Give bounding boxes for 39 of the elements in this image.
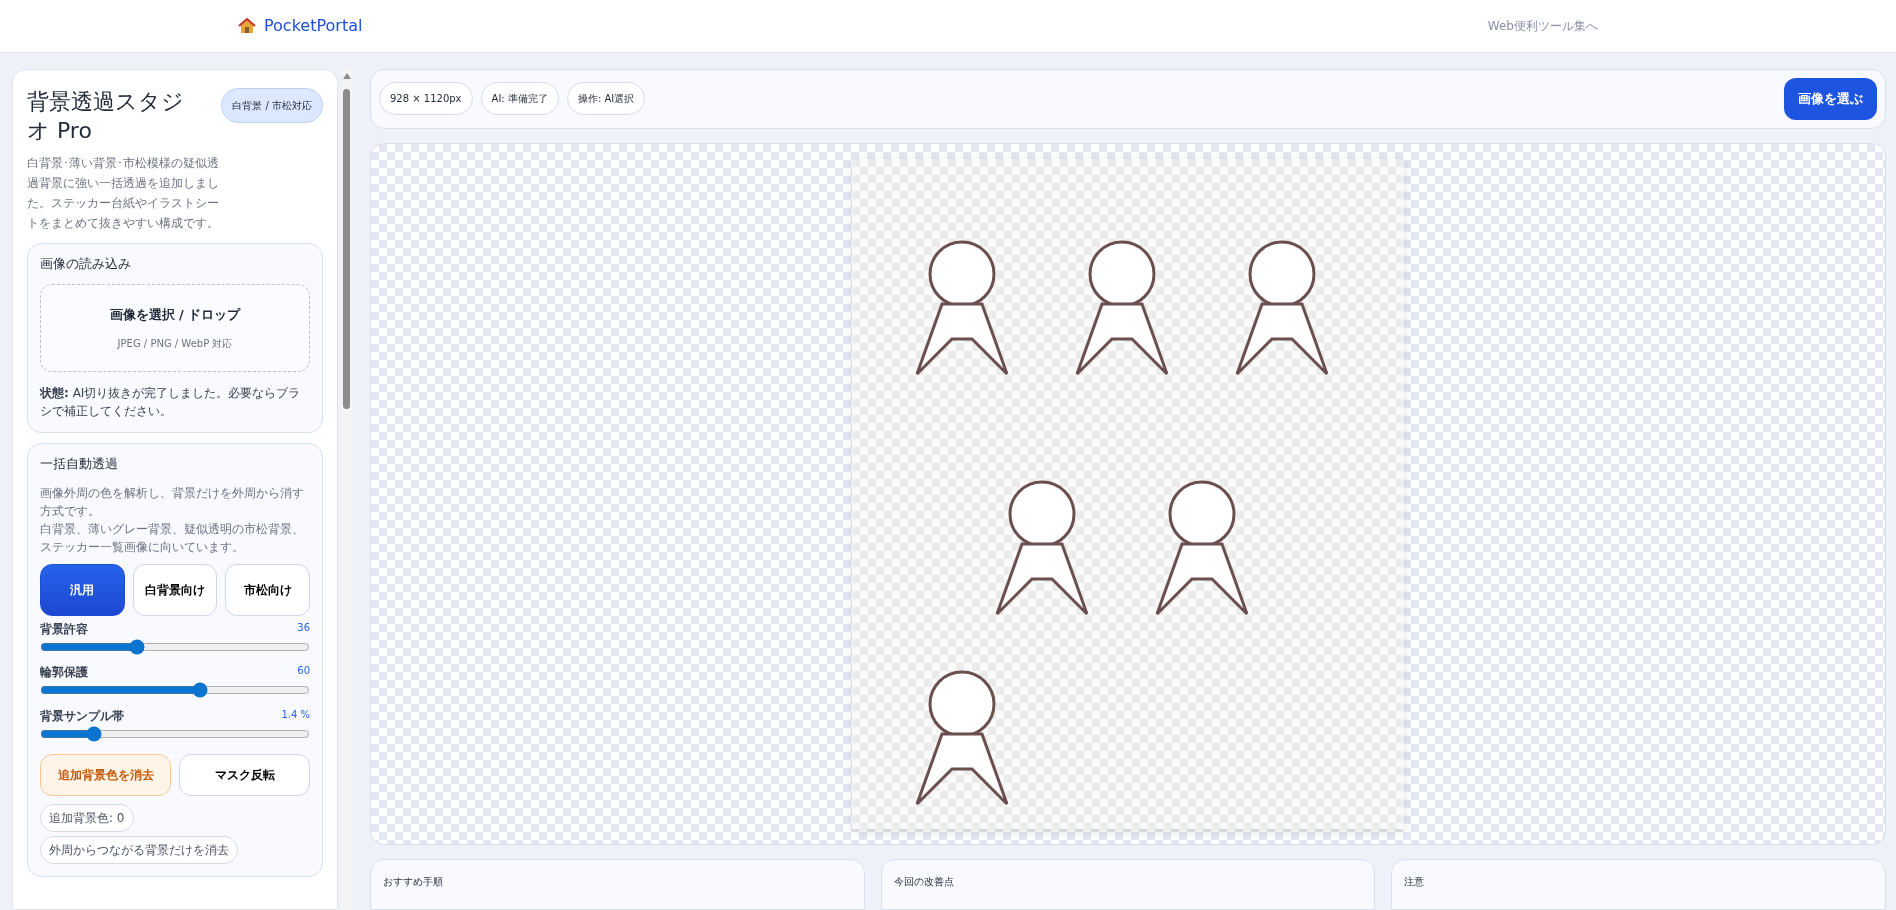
slider[interactable] (40, 683, 310, 698)
section-title: 一括自動透過 (40, 456, 119, 472)
slider-value: 36 (297, 620, 310, 635)
section-title: 画像の読み込み (40, 256, 132, 272)
description: 白背景、薄いグレー背景、疑似透明の市松背景、ステッカー一覧画像に向いています。 (40, 520, 305, 556)
scrollbar[interactable] (342, 69, 352, 910)
info-chip: 追加背景色: 0 (40, 804, 134, 833)
description: 画像外周の色を解析し、背景だけを外周から消す方式です。 (40, 484, 305, 520)
slider-value: 60 (297, 664, 310, 679)
brand-name[interactable]: PocketPortal (264, 14, 363, 38)
slider-label: 背景許容 (40, 620, 88, 638)
slider[interactable] (40, 639, 310, 654)
preset-button[interactable]: 白背景向け (132, 563, 218, 616)
preset-button[interactable]: 市松向け (225, 563, 310, 616)
description: 白背景･薄い背景･市松模様の疑似透過背景に強い一括透過を追加しました。ステッカー台紙やイラストシートをまとめて抜きやすい構成です。 (27, 155, 220, 233)
info-chip: 928 × 1120px (379, 82, 473, 116)
house-icon (238, 18, 256, 34)
slider-value: 1.4 % (281, 707, 310, 722)
action-button[interactable]: 追加背景色を消去 (40, 754, 171, 797)
dropzone-hint: JPEG / PNG / WebP 対応 (116, 337, 234, 352)
scroll-up-icon[interactable] (343, 73, 351, 79)
card-title: おすすめ手順 (383, 875, 444, 889)
slider-label: 輪郭保護 (40, 664, 88, 682)
choose-image-button[interactable]: 画像を選ぶ (1784, 78, 1877, 120)
preset-button[interactable]: 汎用 (40, 563, 125, 616)
info-chip: 操作: AI選択 (566, 82, 646, 116)
status-text: 状態: AI切り抜きが完了しました。必要ならブラシで補正してください。 (40, 385, 302, 421)
info-chip: 外周からつながる背景だけを消去 (40, 836, 238, 865)
dropzone[interactable]: 画像を選択 / ドロップ JPEG / PNG / WebP 対応 (40, 283, 310, 373)
feature-badge: 白背景 / 市松対応 (221, 88, 323, 123)
dropzone-title: 画像を選択 / ドロップ (108, 305, 242, 324)
card-title: 注意 (1404, 875, 1426, 889)
slider-label: 背景サンプル帯 (40, 707, 124, 725)
slider[interactable] (40, 726, 310, 741)
app-title: 背景透過スタジオ Pro (27, 88, 185, 145)
action-button[interactable]: マスク反転 (179, 754, 310, 797)
card-title: 今回の改善点 (893, 875, 955, 889)
info-chip: AI: 準備完了 (480, 82, 559, 116)
scrollbar-thumb[interactable] (343, 89, 350, 409)
